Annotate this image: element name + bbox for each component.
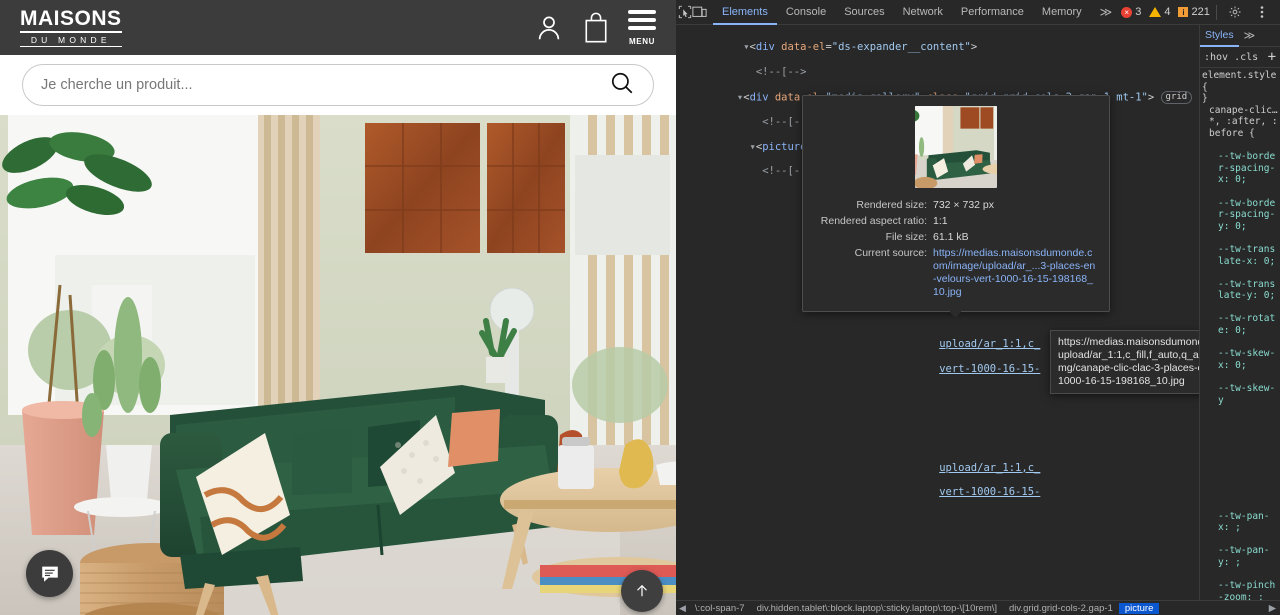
brand-logo-line2: DU MONDE [20,36,122,47]
hamburger-icon [628,9,656,34]
dom-line-partial[interactable]: vert-1000-16-15- [680,486,1193,498]
error-count[interactable]: × 3 [1121,6,1141,18]
breadcrumb-item[interactable]: div.grid.grid-cols-2.gap-1 [1003,603,1119,614]
style-prop[interactable]: --tw-translate-x: 0; [1218,244,1275,267]
cls-toggle[interactable]: .cls [1234,52,1258,63]
error-count-value: 3 [1135,6,1142,18]
more-vertical-icon[interactable] [1250,0,1274,24]
thumbnail-scene [915,106,997,188]
search-placeholder: Je cherche un produit... [41,77,193,93]
style-prop[interactable]: --tw-pan-y: ; [1218,545,1269,568]
arrow-up-icon [637,584,647,597]
styles-selector[interactable]: canape-clic… *, :after, :before { [1202,105,1278,140]
style-prop[interactable]: --tw-border-spacing-y: 0; [1218,198,1275,232]
screen-root: MAISONS DU MONDE MENU Je cherche un prod… [0,0,1280,615]
style-prop[interactable]: --tw-border-spacing-x: 0; [1218,151,1275,185]
warning-count[interactable]: 4 [1149,6,1170,18]
tab-console[interactable]: Console [777,0,835,25]
toolbar-status-group: × 3 4 i 221 [1121,0,1280,24]
error-icon: × [1121,6,1133,18]
toolbar-divider-2 [1215,4,1217,20]
breadcrumb-item[interactable]: div.hidden.tablet\:block.laptop\:sticky.… [751,603,1003,614]
warning-count-value: 4 [1164,6,1171,18]
tab-elements[interactable]: Elements [713,0,777,25]
tab-styles[interactable]: Styles [1200,25,1239,47]
device-toolbar-icon[interactable] [692,0,707,24]
image-preview-thumbnail [915,106,997,188]
scroll-to-top-button[interactable] [621,570,663,612]
product-hero-image[interactable] [0,115,676,615]
style-prop[interactable]: --tw-skew-y [1218,383,1275,406]
inspect-element-icon[interactable] [678,0,692,24]
dom-line-partial[interactable]: upload/ar_1:1,c_ [680,462,1193,474]
menu-button-label: MENU [629,36,655,46]
search-input[interactable]: Je cherche un produit... [22,64,654,106]
tab-network[interactable]: Network [894,0,952,25]
aspect-ratio-label: Rendered aspect ratio: [820,215,927,227]
breadcrumb-scroll-right-icon[interactable]: ▶ [1265,603,1280,614]
aspect-ratio-value: 1:1 [933,215,948,227]
tab-memory[interactable]: Memory [1033,0,1091,25]
dom-line[interactable]: ▾<div data-el="ds-expander__content"> [680,41,1193,53]
brand-logo[interactable]: MAISONS DU MONDE [20,8,122,47]
browser-viewport: MAISONS DU MONDE MENU Je cherche un prod… [0,0,676,615]
menu-button[interactable]: MENU [628,9,656,46]
breadcrumb-item-selected[interactable]: picture [1118,602,1160,614]
info-count-value: 221 [1191,6,1210,18]
breadcrumb-scroll-left-icon[interactable]: ◀ [676,603,689,614]
header-icon-group: MENU [534,9,656,46]
styles-pane: Styles ≫ :hov .cls + element.style { } c… [1199,25,1280,600]
rendered-size-value: 732 × 732 px [933,199,995,211]
styles-rules[interactable]: element.style { } canape-clic… *, :after… [1200,68,1280,600]
site-header: MAISONS DU MONDE MENU [0,0,676,55]
info-count[interactable]: i 221 [1178,6,1210,18]
hov-toggle[interactable]: :hov [1204,52,1228,63]
new-style-rule-button[interactable]: + [1268,49,1276,65]
info-icon: i [1178,7,1189,17]
search-bar-area: Je cherche un produit... [0,55,676,115]
tab-performance[interactable]: Performance [952,0,1033,25]
search-icon[interactable] [609,70,635,101]
dom-tree-pane[interactable]: ▾<div data-el="ds-expander__content"> <!… [676,25,1199,600]
styles-toolbar: :hov .cls + [1200,47,1280,68]
chat-button[interactable] [26,550,73,597]
tab-sources[interactable]: Sources [835,0,893,25]
element-style-rule[interactable]: element.style [1202,70,1276,81]
styles-more-icon[interactable]: ≫ [1239,29,1256,42]
devtools-toolbar: Elements Console Sources Network Perform… [676,0,1280,25]
file-size-value: 61.1 kB [933,231,969,243]
devtools-tab-bar: Elements Console Sources Network Perform… [713,0,1121,25]
current-source-value[interactable]: https://medias.maisonsdumonde.com/image/… [933,247,1097,299]
style-prop[interactable]: --tw-translate-y: 0; [1218,279,1275,302]
chat-bubble-icon [41,566,58,582]
breadcrumb-item[interactable]: \:col-span-7 [689,603,751,614]
devtools-body: ▾<div data-el="ds-expander__content"> <!… [676,25,1280,600]
url-hover-tooltip: https://medias.maisonsdumonde.com/image/… [1050,330,1199,394]
shopping-bag-icon[interactable] [582,12,610,44]
more-tabs-icon[interactable]: ≫ [1091,5,1122,19]
breadcrumb: ◀ \:col-span-7 div.hidden.tablet\:block.… [676,600,1280,615]
styles-tab-bar: Styles ≫ [1200,25,1280,47]
room-scene-illustration [0,115,676,615]
style-prop[interactable]: --tw-pan-x: ; [1218,511,1269,534]
style-prop[interactable]: --tw-pinch-zoom: ; [1218,580,1275,600]
gear-icon[interactable] [1223,0,1247,24]
dom-line[interactable]: <!--[--> [680,66,1193,78]
brand-logo-line1: MAISONS [20,8,122,34]
image-preview-details: Rendered size: 732 × 732 px Rendered asp… [815,199,1097,299]
style-prop[interactable]: --tw-rotate: 0; [1218,313,1275,336]
warning-icon [1149,7,1162,17]
file-size-label: File size: [885,231,927,243]
current-source-label: Current source: [854,247,927,259]
devtools-panel: Elements Console Sources Network Perform… [676,0,1280,615]
style-prop[interactable]: --tw-skew-x: 0; [1218,348,1275,371]
image-preview-tooltip: Rendered size: 732 × 732 px Rendered asp… [802,95,1110,318]
rendered-size-label: Rendered size: [856,199,927,211]
account-icon[interactable] [534,13,564,43]
